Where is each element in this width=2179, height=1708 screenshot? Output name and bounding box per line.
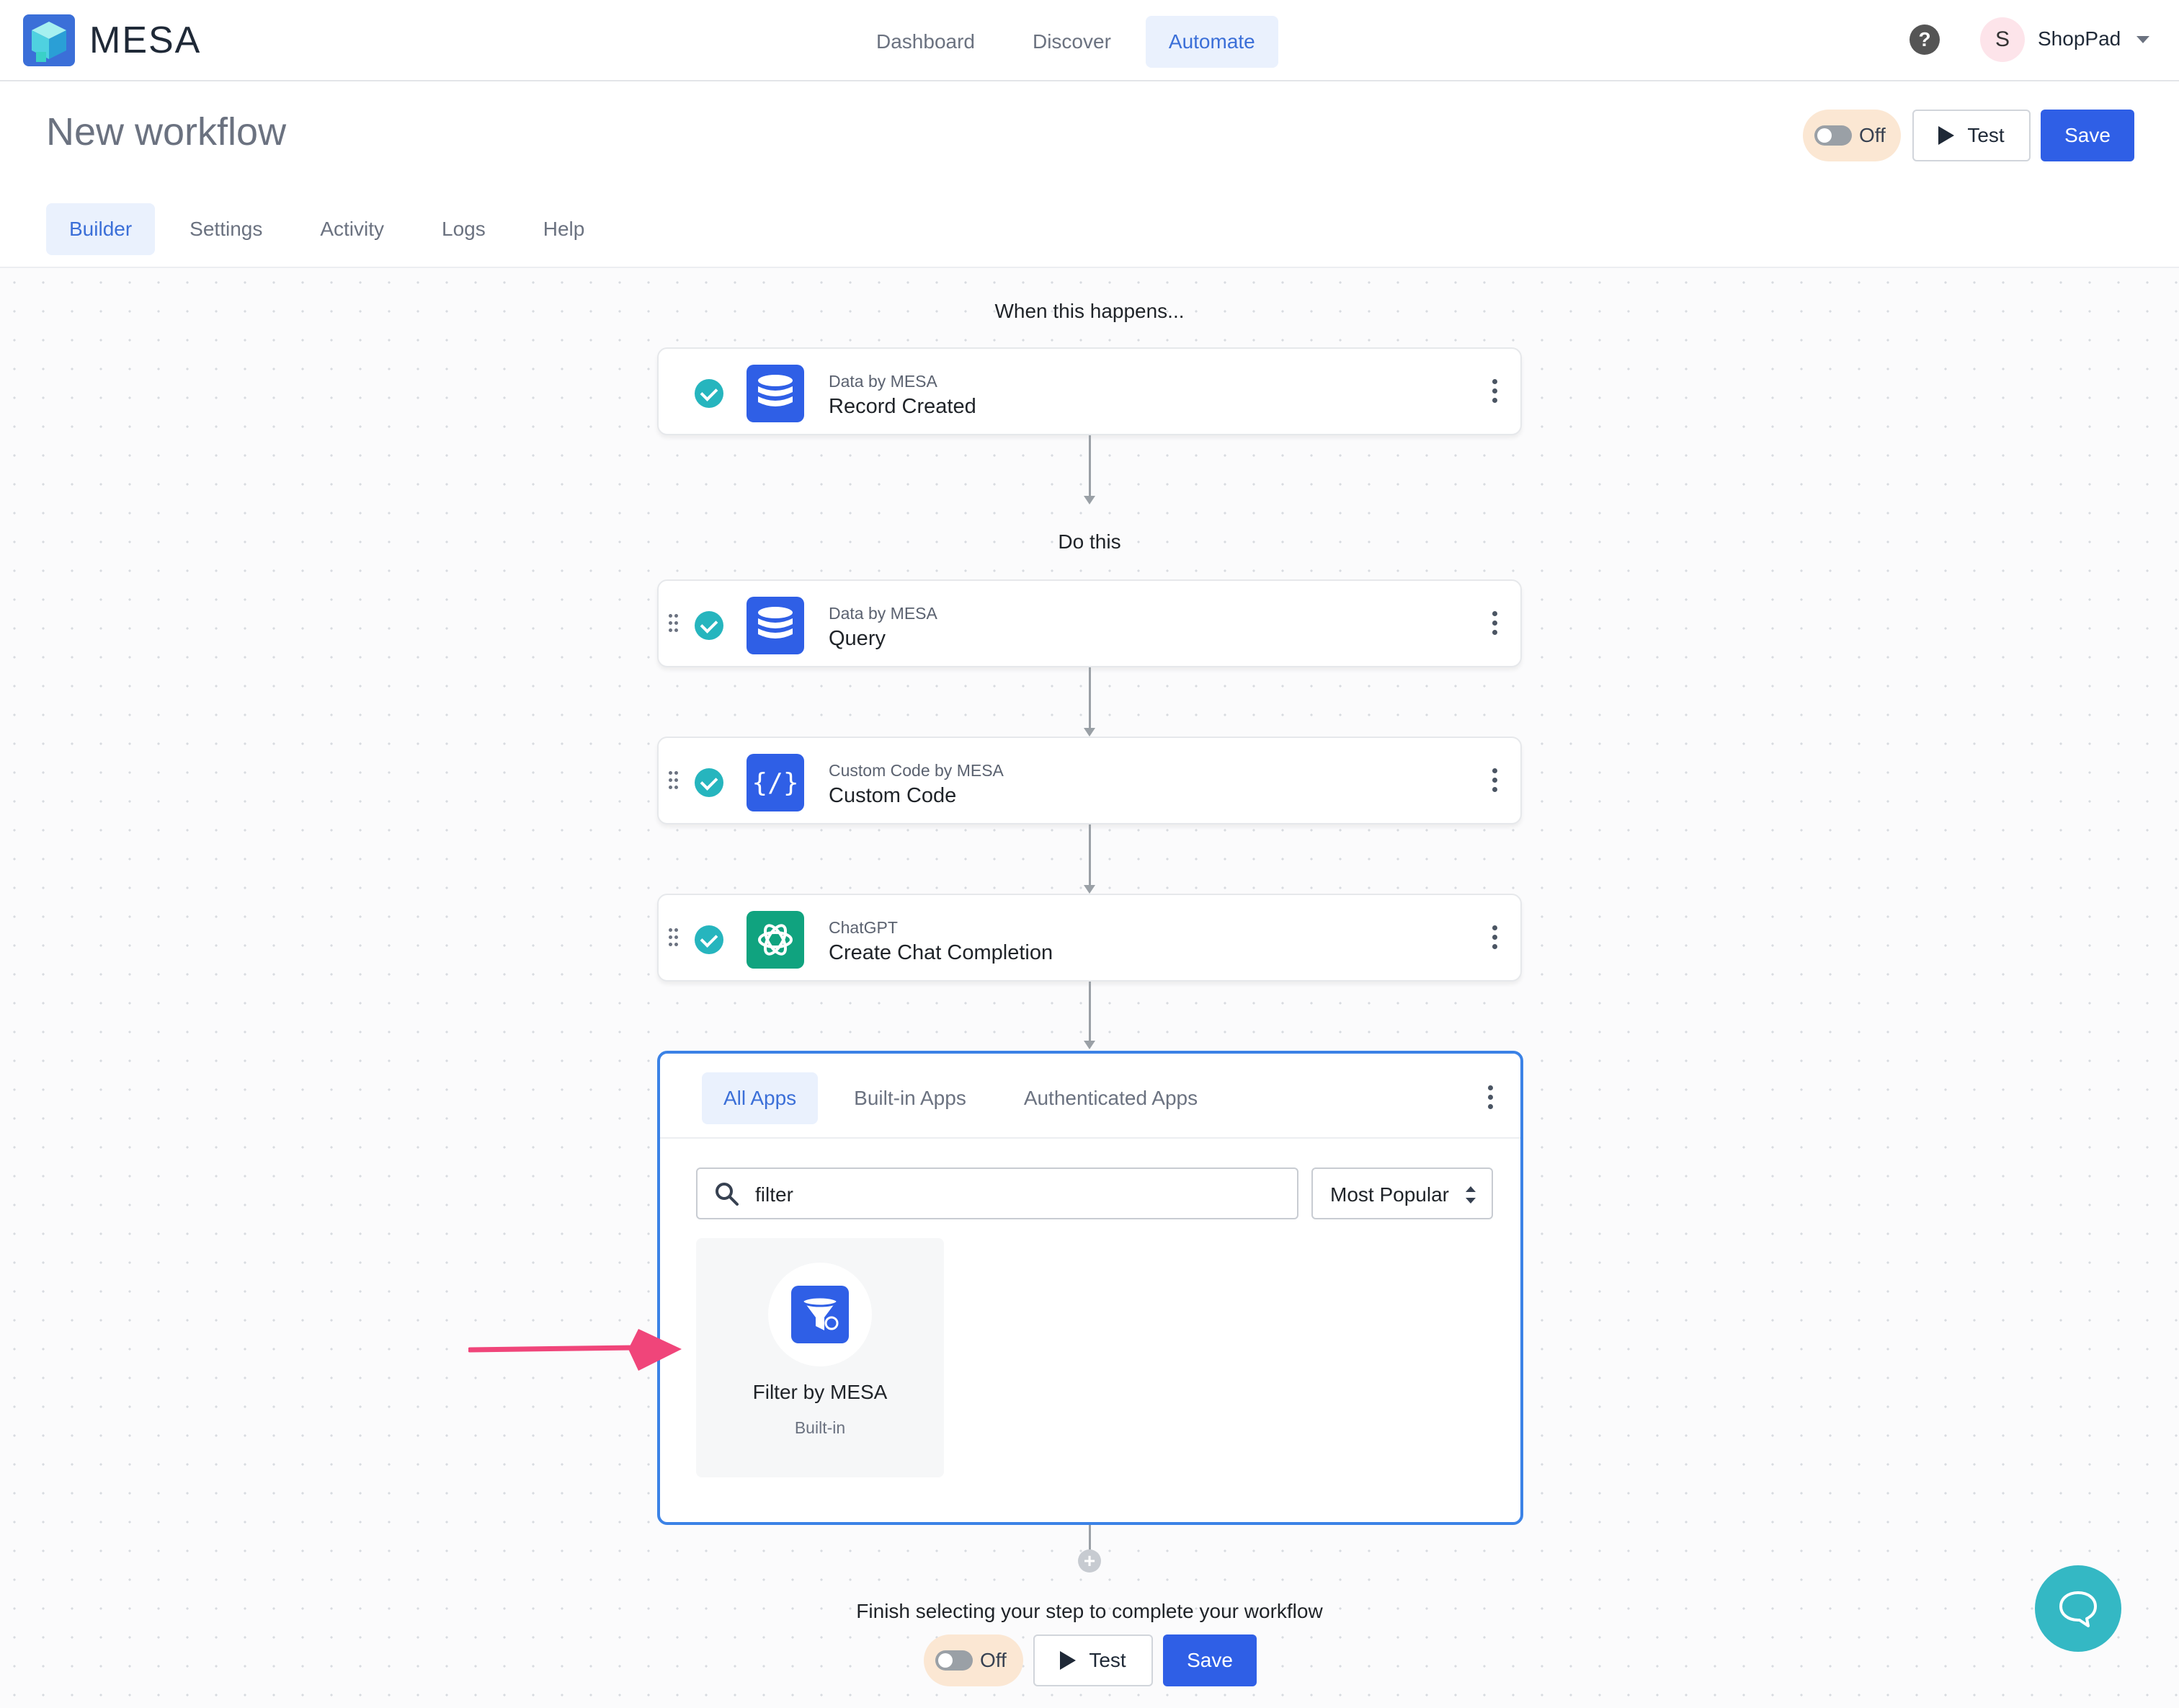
more-options-icon[interactable] bbox=[1490, 379, 1499, 406]
app-result-type: Built-in bbox=[794, 1418, 846, 1437]
database-icon bbox=[747, 597, 804, 654]
bottom-test-button[interactable]: Test bbox=[1033, 1634, 1153, 1686]
finish-message: Finish selecting your step to complete y… bbox=[856, 1600, 1323, 1622]
support-chat-button[interactable] bbox=[2035, 1565, 2121, 1652]
tab-built-in-apps[interactable]: Built-in Apps bbox=[832, 1072, 988, 1124]
tab-authenticated-apps[interactable]: Authenticated Apps bbox=[1002, 1072, 1219, 1124]
account-caret-down-icon[interactable] bbox=[2136, 36, 2149, 43]
tab-activity[interactable]: Activity bbox=[297, 203, 407, 255]
toggle-label: Off bbox=[1859, 124, 1886, 146]
mesa-logo[interactable]: MESA bbox=[23, 14, 201, 66]
step-action-name: Custom Code bbox=[829, 784, 957, 807]
app-result-name: Filter by MESA bbox=[752, 1381, 888, 1403]
check-circle-icon bbox=[695, 925, 723, 954]
connector-arrow-icon bbox=[1084, 1041, 1095, 1049]
step-card-custom-code[interactable]: {/} Custom Code by MESA Custom Code bbox=[657, 737, 1522, 824]
step-action-name: Query bbox=[829, 627, 886, 650]
more-options-icon[interactable] bbox=[1490, 611, 1499, 639]
step-app-name: Custom Code by MESA bbox=[829, 761, 1004, 780]
toggle-switch-icon bbox=[1814, 125, 1852, 146]
main-nav: Dashboard Discover Automate bbox=[853, 16, 1290, 68]
workflow-title[interactable]: New workflow bbox=[46, 110, 286, 154]
test-button[interactable]: Test bbox=[1912, 110, 2031, 161]
action-heading: Do this bbox=[1058, 530, 1121, 553]
workflow-enable-toggle[interactable]: Off bbox=[1803, 110, 1901, 161]
filter-funnel-icon bbox=[791, 1286, 849, 1343]
app-search-input[interactable]: filter bbox=[696, 1167, 1298, 1219]
more-options-icon[interactable] bbox=[1490, 768, 1499, 796]
more-options-icon[interactable] bbox=[1486, 1085, 1494, 1113]
save-button[interactable]: Save bbox=[2041, 110, 2134, 161]
chat-bubble-icon bbox=[2059, 1591, 2097, 1627]
trigger-step-card[interactable]: Data by MESA Record Created bbox=[657, 347, 1522, 435]
top-navigation-bar: MESA Dashboard Discover Automate ? S Sho… bbox=[0, 0, 2179, 81]
search-icon bbox=[716, 1183, 739, 1206]
search-value: filter bbox=[755, 1183, 793, 1206]
toggle-label: Off bbox=[980, 1649, 1007, 1671]
tab-all-apps[interactable]: All Apps bbox=[702, 1072, 819, 1124]
bottom-enable-toggle[interactable]: Off bbox=[924, 1634, 1023, 1686]
tab-logs[interactable]: Logs bbox=[419, 203, 509, 255]
divider bbox=[660, 1137, 1520, 1139]
step-app-name: Data by MESA bbox=[829, 372, 937, 391]
connector-arrow-icon bbox=[1084, 496, 1095, 504]
nav-discover[interactable]: Discover bbox=[1010, 16, 1134, 68]
drag-handle-icon[interactable] bbox=[669, 771, 679, 791]
play-icon bbox=[1938, 126, 1955, 145]
add-step-plus-icon[interactable]: + bbox=[1078, 1549, 1101, 1573]
app-picker-panel: All Apps Built-in Apps Authenticated App… bbox=[657, 1051, 1523, 1525]
step-action-name: Create Chat Completion bbox=[829, 941, 1053, 964]
app-result-filter[interactable]: Filter by MESA Built-in bbox=[696, 1238, 944, 1477]
svg-text:{/}: {/} bbox=[752, 768, 798, 798]
connector-line bbox=[1089, 667, 1091, 731]
tab-settings[interactable]: Settings bbox=[166, 203, 285, 255]
brand-name: MESA bbox=[89, 19, 202, 61]
bottom-save-button[interactable]: Save bbox=[1163, 1634, 1257, 1686]
code-braces-icon: {/} bbox=[747, 754, 804, 811]
app-picker-tabs: All Apps Built-in Apps Authenticated App… bbox=[702, 1072, 1234, 1124]
user-avatar[interactable]: S bbox=[1980, 17, 2025, 62]
database-icon bbox=[747, 365, 804, 422]
app-icon-container bbox=[768, 1263, 872, 1366]
help-question-icon[interactable]: ? bbox=[1910, 25, 1940, 55]
sort-value: Most Popular bbox=[1330, 1183, 1449, 1206]
sort-arrows-icon bbox=[1466, 1186, 1476, 1204]
toggle-switch-icon bbox=[935, 1650, 973, 1671]
openai-icon bbox=[747, 911, 804, 969]
drag-handle-icon[interactable] bbox=[669, 928, 679, 948]
step-action-name: Record Created bbox=[829, 395, 976, 418]
check-circle-icon bbox=[695, 611, 723, 640]
check-circle-icon bbox=[695, 379, 723, 408]
play-icon bbox=[1060, 1651, 1077, 1670]
more-options-icon[interactable] bbox=[1490, 925, 1499, 953]
connector-line bbox=[1089, 824, 1091, 888]
test-button-label: Test bbox=[1967, 124, 2005, 146]
connector-arrow-icon bbox=[1084, 885, 1095, 894]
mesa-cube-icon bbox=[23, 14, 75, 66]
account-name[interactable]: ShopPad bbox=[2038, 27, 2121, 50]
drag-handle-icon[interactable] bbox=[669, 614, 679, 634]
check-circle-icon bbox=[695, 768, 723, 797]
connector-line bbox=[1089, 435, 1091, 499]
annotation-arrow-icon bbox=[468, 1329, 682, 1371]
trigger-heading: When this happens... bbox=[994, 300, 1185, 322]
step-card-query[interactable]: Data by MESA Query bbox=[657, 579, 1522, 667]
workflow-tabs: Builder Settings Activity Logs Help bbox=[46, 203, 619, 255]
connector-arrow-icon bbox=[1084, 728, 1095, 737]
sort-select[interactable]: Most Popular bbox=[1311, 1167, 1493, 1219]
step-app-name: ChatGPT bbox=[829, 918, 898, 937]
connector-line bbox=[1089, 982, 1091, 1042]
nav-dashboard[interactable]: Dashboard bbox=[853, 16, 998, 68]
test-button-label: Test bbox=[1089, 1649, 1126, 1671]
step-app-name: Data by MESA bbox=[829, 604, 937, 623]
tab-builder[interactable]: Builder bbox=[46, 203, 156, 255]
nav-automate[interactable]: Automate bbox=[1145, 16, 1278, 68]
tab-help[interactable]: Help bbox=[520, 203, 608, 255]
step-card-chatgpt[interactable]: ChatGPT Create Chat Completion bbox=[657, 894, 1522, 982]
